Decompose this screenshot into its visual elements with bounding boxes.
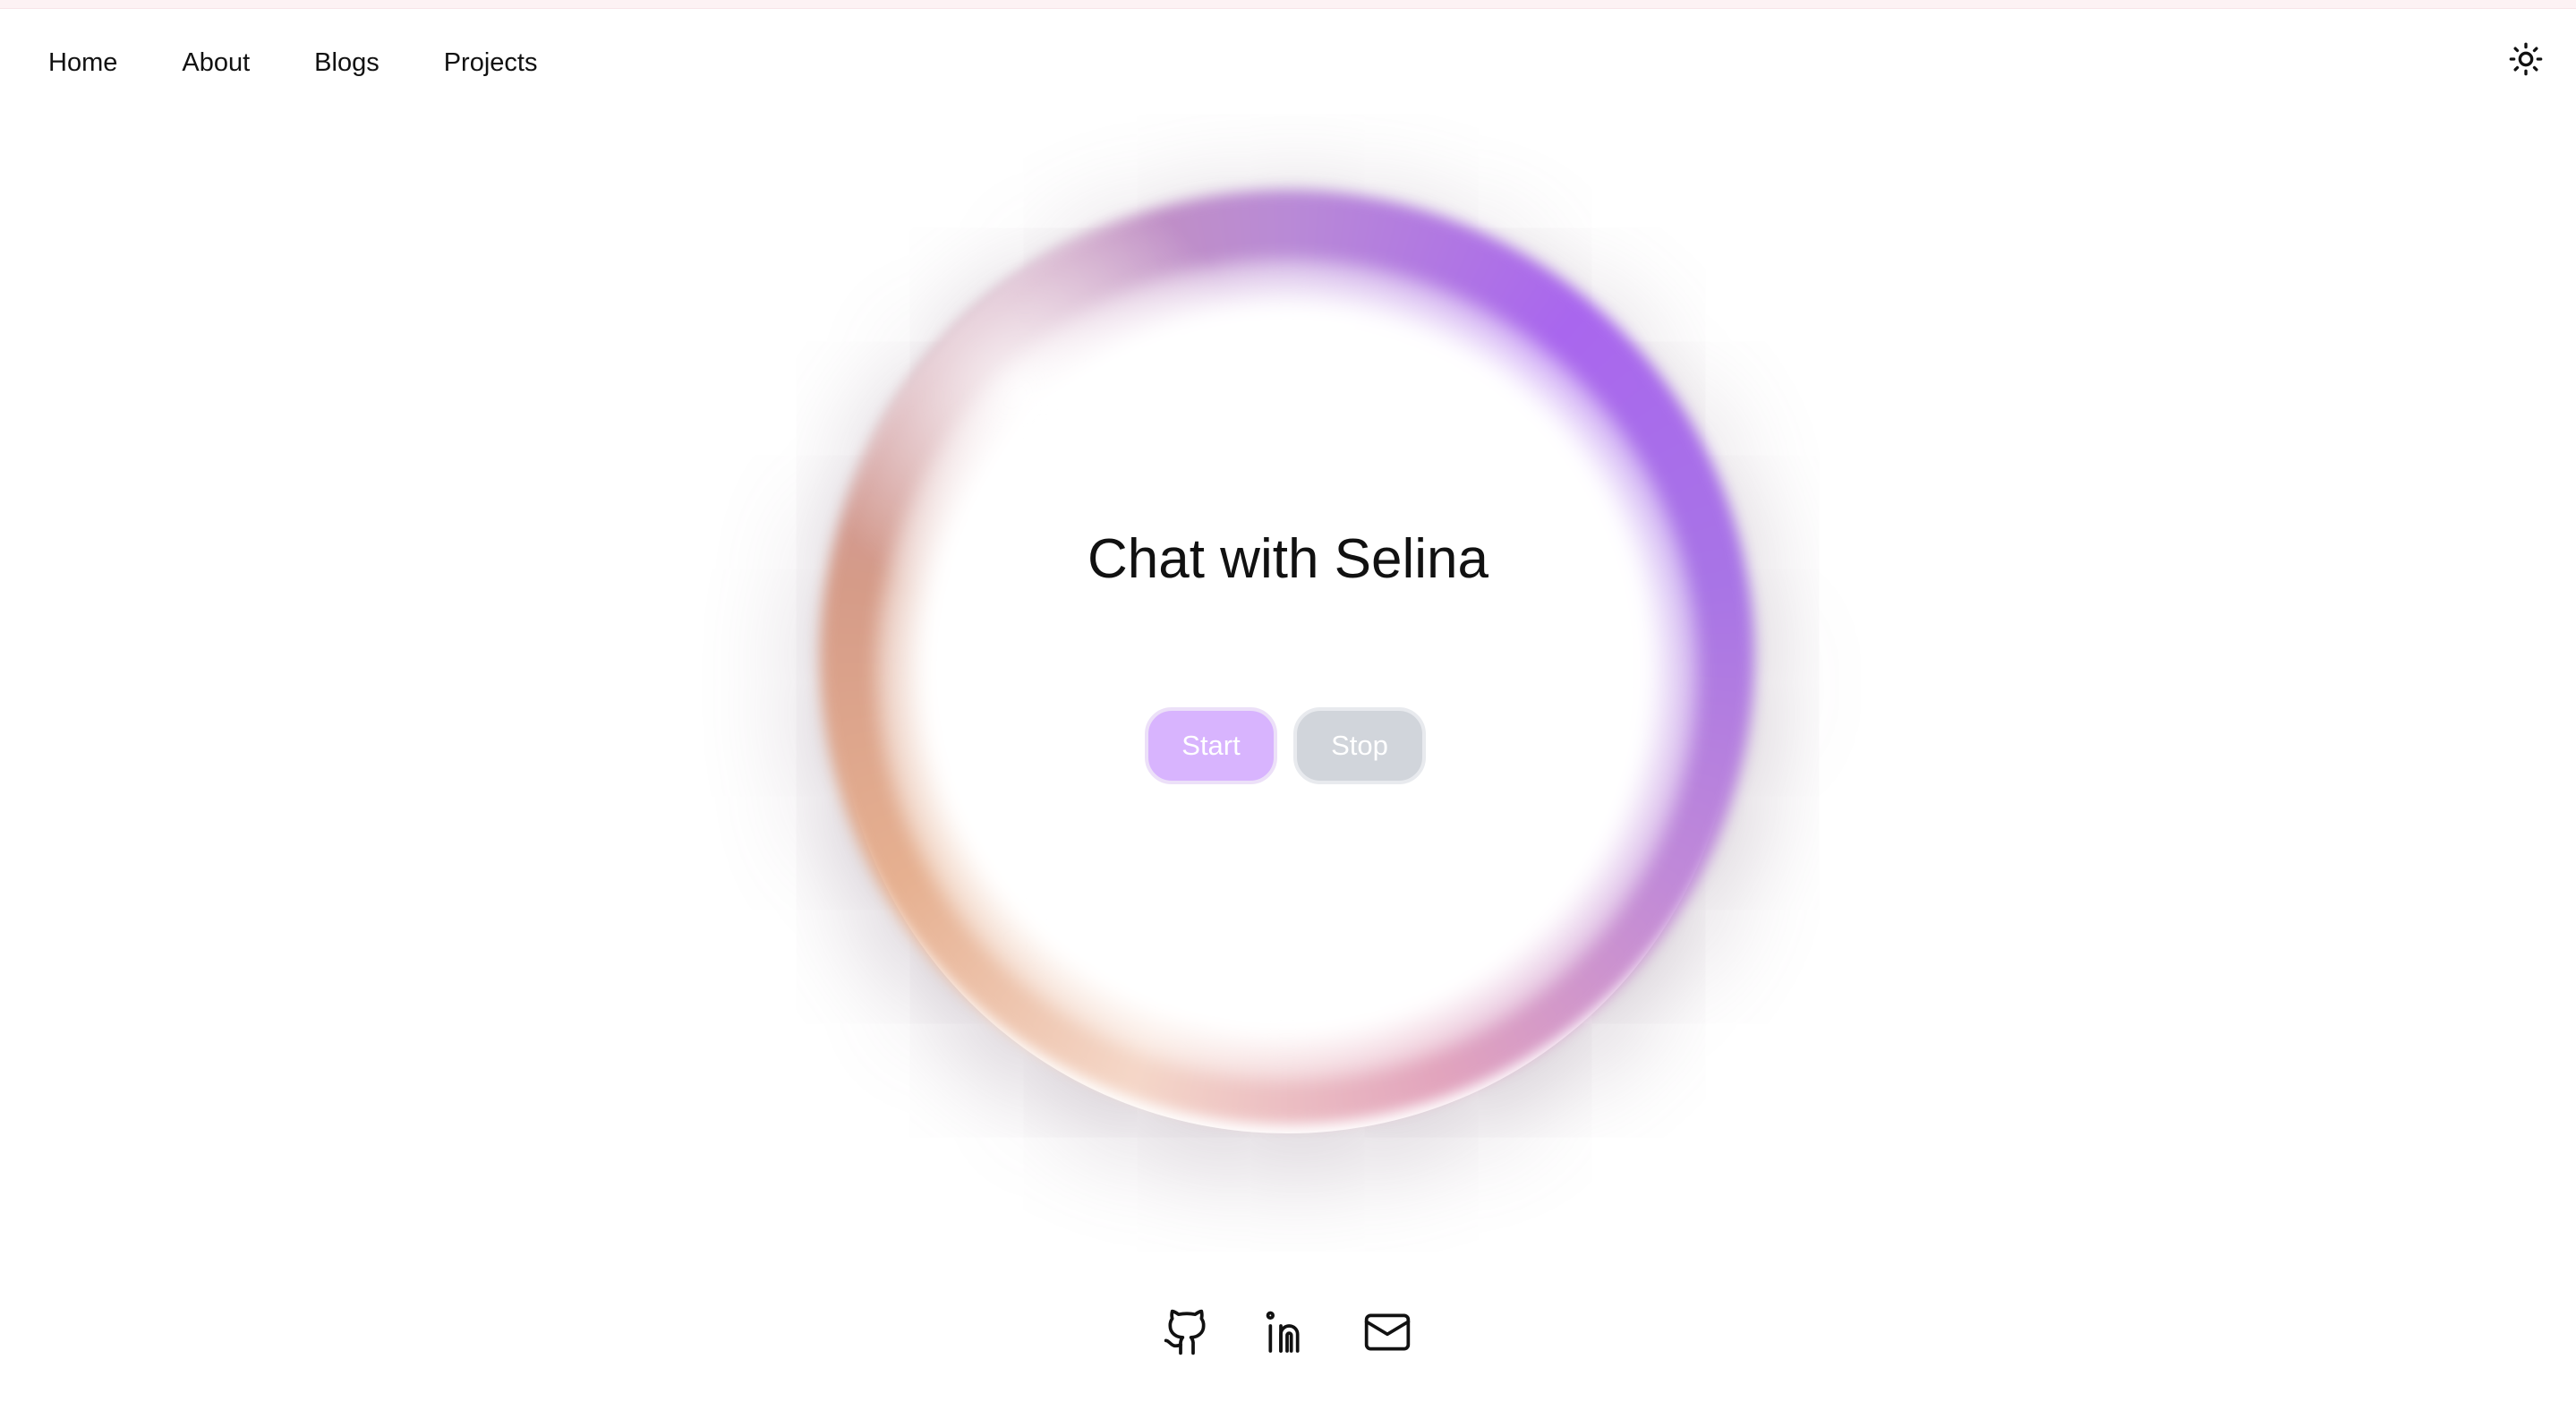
social-links	[1160, 1305, 1461, 1359]
nav-about[interactable]: About	[182, 45, 250, 81]
chat-controls: Start Stop	[1145, 707, 1426, 784]
sun-icon	[2509, 42, 2543, 76]
stop-button[interactable]: Stop	[1293, 707, 1426, 784]
nav-blogs[interactable]: Blogs	[314, 45, 380, 81]
linkedin-icon	[1266, 1311, 1300, 1353]
nav-home[interactable]: Home	[48, 45, 117, 81]
main-nav: Home About Blogs Projects	[48, 45, 601, 81]
theme-toggle-button[interactable]	[2506, 39, 2546, 79]
nav-projects[interactable]: Projects	[444, 45, 538, 81]
start-button[interactable]: Start	[1145, 707, 1277, 784]
mail-icon	[1364, 1313, 1411, 1351]
linkedin-link[interactable]	[1260, 1305, 1314, 1359]
top-border	[0, 0, 2576, 9]
page: Home About Blogs Projects Chat with Seli…	[0, 0, 2576, 1402]
github-icon	[1164, 1309, 1206, 1355]
voice-orb	[730, 127, 1844, 1241]
page-title: Chat with Selina	[1087, 528, 1489, 590]
email-link[interactable]	[1361, 1305, 1414, 1359]
github-link[interactable]	[1160, 1305, 1214, 1359]
orb-center	[875, 258, 1699, 1081]
